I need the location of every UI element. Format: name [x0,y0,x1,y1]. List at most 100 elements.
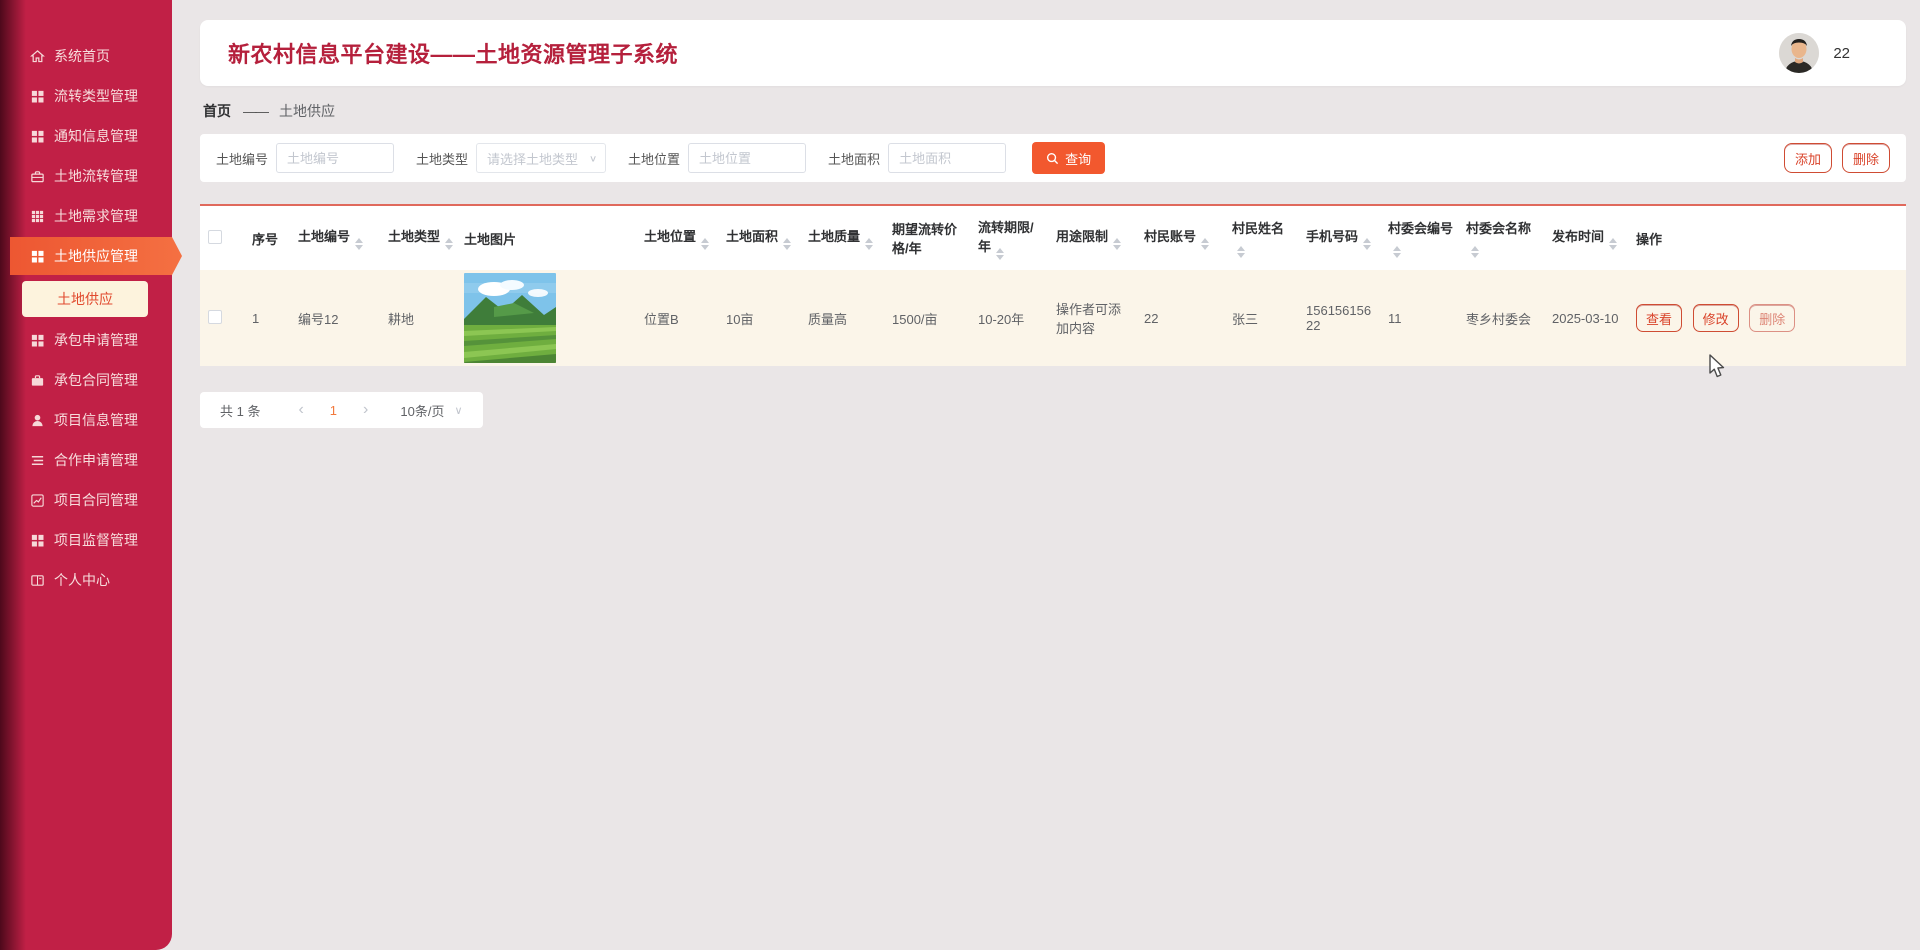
sort-icon[interactable] [1237,246,1245,258]
add-button[interactable]: 添加 [1784,143,1832,173]
page-title: 新农村信息平台建设——土地资源管理子系统 [228,42,679,67]
col-committee-name[interactable]: 村委会名称 [1458,206,1544,270]
row-checkbox[interactable] [208,309,222,324]
sidebar-item-label: 项目监督管理 [54,532,138,548]
query-button-label: 查询 [1065,151,1092,167]
edit-button[interactable]: 修改 [1692,304,1739,332]
user-info[interactable]: 22 [1779,33,1850,73]
sidebar-item-label: 项目信息管理 [54,412,138,428]
page-number-1[interactable]: 1 [316,403,351,418]
view-button[interactable]: 查看 [1636,304,1682,332]
col-land-no[interactable]: 土地编号 [290,206,380,270]
grid-icon [31,90,44,102]
col-transfer-term[interactable]: 流转期限/年 [970,206,1048,270]
next-page-button[interactable]: › [351,401,380,419]
sidebar-item-land-supply[interactable]: 土地供应管理 [10,237,182,275]
prev-page-button[interactable]: ‹ [286,401,315,419]
cell-location: 位置B [644,311,679,327]
col-villager-name[interactable]: 村民姓名 [1224,206,1298,270]
sort-icon[interactable] [355,238,364,250]
sort-icon[interactable] [1393,246,1401,258]
card-icon [31,574,44,586]
land-area-input[interactable] [888,143,1007,173]
query-button[interactable]: 查询 [1032,142,1106,174]
sidebar-item-project-supervise[interactable]: 项目监督管理 [0,520,172,560]
search-icon [1047,152,1059,164]
header-bar: 新农村信息平台建设——土地资源管理子系统 22 [200,20,1906,86]
sidebar-item-project-contract[interactable]: 项目合同管理 [0,480,172,520]
filter-bar: 土地编号 土地类型 请选择土地类型 ∨ 土地位置 土地面积 查询 添加 删除 [200,134,1906,182]
col-phone[interactable]: 手机号码 [1298,206,1380,270]
sidebar-subitem-land-supply[interactable]: 土地供应 [22,281,148,317]
col-quality[interactable]: 土地质量 [800,206,884,270]
sidebar-item-label: 合作申请管理 [54,452,138,468]
sort-icon[interactable] [996,247,1005,260]
sidebar-item-label: 土地流转管理 [54,168,138,184]
row-delete-button[interactable]: 删除 [1749,304,1796,332]
grid-icon [31,334,44,346]
sidebar-item-notice-info[interactable]: 通知信息管理 [0,116,172,156]
land-no-input[interactable] [276,143,395,173]
col-villager-account[interactable]: 村民账号 [1136,206,1224,270]
sidebar-item-contract-apply[interactable]: 承包申请管理 [0,320,172,360]
sidebar-item-label: 土地供应管理 [54,248,138,264]
col-index: 序号 [252,231,279,247]
sidebar-item-land-transfer[interactable]: 土地流转管理 [0,156,172,196]
col-land-image: 土地图片 [464,231,517,247]
breadcrumb-current: 土地供应 [279,103,335,119]
land-supply-table: 序号 土地编号 土地类型 土地图片 土地位置 土地面积 土地质量 期望流转价格/… [200,206,1906,366]
col-expected-price[interactable]: 期望流转价格/年 [884,206,970,270]
sidebar-item-system-home[interactable]: 系统首页 [0,36,172,76]
delete-button[interactable]: 删除 [1842,143,1890,173]
sidebar-item-land-demand[interactable]: 土地需求管理 [0,196,172,236]
cell-land-no: 编号12 [298,311,339,327]
sort-icon[interactable] [865,238,874,250]
sort-icon[interactable] [1471,246,1479,258]
filter-label: 土地位置 [628,151,681,167]
sort-icon[interactable] [445,238,454,250]
filter-land-location: 土地位置 [628,143,807,173]
sidebar-item-label: 流转类型管理 [54,88,138,104]
pagination-bar: 共 1 条 ‹ 1 › 10条/页 ∨ [200,392,483,428]
page-size-select[interactable]: 10条/页 ∨ [400,401,462,420]
user-badge: 22 [1833,44,1850,62]
cell-phone: 15615615622 [1306,303,1372,333]
col-committee-no[interactable]: 村委会编号 [1380,206,1458,270]
avatar[interactable] [1779,33,1820,73]
col-location[interactable]: 土地位置 [636,206,718,270]
col-publish-date[interactable]: 发布时间 [1544,206,1628,270]
sidebar-item-coop-apply[interactable]: 合作申请管理 [0,440,172,480]
avatar-photo-icon [1779,33,1820,73]
grid-icon [31,534,44,546]
sort-icon[interactable] [1363,238,1372,250]
chevron-down-icon: ∨ [588,153,598,164]
sort-icon[interactable] [1609,238,1618,250]
table-row[interactable]: 1 编号12 耕地 位置B 10亩 质量高 1500/亩 10-20年 操作者可… [200,270,1906,366]
cell-transfer-term: 10-20年 [978,311,1025,327]
sidebar-menu: 系统首页 流转类型管理 通知信息管理 土地流转管理 土地需求管理 土地供应管理 … [0,0,172,600]
cell-villager-account: 22 [1144,310,1159,326]
grid-icon [30,249,45,264]
sidebar-item-transfer-type[interactable]: 流转类型管理 [0,76,172,116]
cell-villager-name: 张三 [1232,311,1259,327]
land-location-input[interactable] [688,143,807,173]
select-all-checkbox[interactable] [208,229,222,244]
sidebar-item-personal-center[interactable]: 个人中心 [0,560,172,600]
sort-icon[interactable] [1201,238,1210,250]
sort-icon[interactable] [783,238,792,250]
sidebar-item-label: 项目合同管理 [54,492,138,508]
breadcrumb: 首页 —— 土地供应 [203,101,1906,121]
sidebar-item-label: 个人中心 [54,572,110,588]
sidebar-item-project-info[interactable]: 项目信息管理 [0,400,172,440]
sidebar-item-label: 系统首页 [54,48,110,64]
cell-land-image[interactable] [456,270,636,366]
sort-icon[interactable] [701,238,710,250]
col-usage-limit[interactable]: 用途限制 [1048,206,1136,270]
col-land-type[interactable]: 土地类型 [380,206,456,270]
breadcrumb-root[interactable]: 首页 [203,101,231,121]
sort-icon[interactable] [1113,238,1122,250]
col-area[interactable]: 土地面积 [718,206,800,270]
land-type-select[interactable]: 请选择土地类型 ∨ [476,143,607,173]
sidebar-item-contract-mgmt[interactable]: 承包合同管理 [0,360,172,400]
farmland-photo[interactable] [464,273,556,363]
